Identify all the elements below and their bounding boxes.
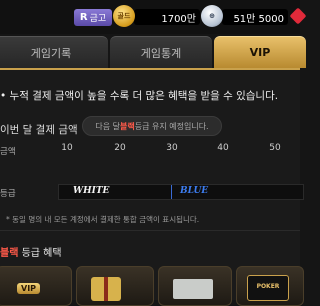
grade-blue-label: BLUE xyxy=(180,186,209,196)
footnote: * 동일 명의 내 모든 계정에서 결제한 통합 금액이 표시됩니다. xyxy=(6,215,200,224)
benefit-title: 블랙 등급 혜택 xyxy=(0,244,62,259)
amount-tick: 40 xyxy=(217,143,229,153)
vault-prefix: R xyxy=(79,12,88,23)
gift-box-icon xyxy=(91,277,121,301)
gold-icon-label: 골드 xyxy=(117,12,131,20)
tab-vip[interactable]: VIP xyxy=(214,36,306,68)
benefit-grade: 블랙 xyxy=(0,248,19,259)
next-month-status-pill: 다음 달 블랙 등급 유지 예정입니다. xyxy=(82,116,222,136)
grade-progress-bar: WHITE BLUE xyxy=(58,184,304,200)
next-month-grade: 블랙 xyxy=(120,121,135,131)
benefit-card-vip[interactable]: VIP xyxy=(0,266,72,306)
ticket-icon xyxy=(173,279,213,299)
silver-amount: 51만 5000 xyxy=(222,9,288,25)
poker-label: POKER xyxy=(247,275,289,301)
amount-tick: 30 xyxy=(166,143,178,153)
vip-panel: • 누적 결제 금액이 높을 수록 더 많은 혜택을 받을 수 있습니다. 이번… xyxy=(0,70,304,306)
this-month-amount-label: 이번 달 결제 금액 xyxy=(0,124,78,136)
benefit-card-poker[interactable]: POKER xyxy=(236,266,304,306)
grade-separator xyxy=(171,185,172,199)
gold-coin-icon: 골드 xyxy=(113,5,135,27)
next-month-prefix: 다음 달 xyxy=(95,121,120,131)
top-bar: R 금고 1700만 골드 51만 5000 ⊕ xyxy=(0,0,307,34)
tab-bar: 게임기록 게임통계 VIP xyxy=(0,36,306,68)
tab-game-history[interactable]: 게임기록 xyxy=(0,36,108,68)
ruby-icon[interactable] xyxy=(289,7,307,25)
tab-game-stats[interactable]: 게임통계 xyxy=(110,36,212,68)
grade-white-label: WHITE xyxy=(73,186,110,196)
silver-coin-icon: ⊕ xyxy=(201,5,223,27)
next-month-suffix: 등급 유지 예정입니다. xyxy=(134,121,209,131)
vault-label: 금고 xyxy=(89,14,107,24)
vip-badge: VIP xyxy=(17,283,41,294)
amount-tick: 10 xyxy=(61,143,73,153)
grade-row-label: 등급 xyxy=(0,189,16,199)
section-divider xyxy=(0,230,300,231)
amount-tick: 50 xyxy=(269,143,281,153)
benefit-card-gift[interactable] xyxy=(76,266,154,306)
amount-tick: 20 xyxy=(114,143,126,153)
vip-notice: • 누적 결제 금액이 높을 수록 더 많은 혜택을 받을 수 있습니다. xyxy=(0,90,279,102)
vault-button[interactable]: R 금고 xyxy=(74,9,112,26)
benefit-card-ticket[interactable] xyxy=(158,266,232,306)
amount-row-label: 금액 xyxy=(0,147,16,157)
benefit-title-suffix: 등급 혜택 xyxy=(18,248,62,259)
gold-amount: 1700만 xyxy=(134,9,200,25)
